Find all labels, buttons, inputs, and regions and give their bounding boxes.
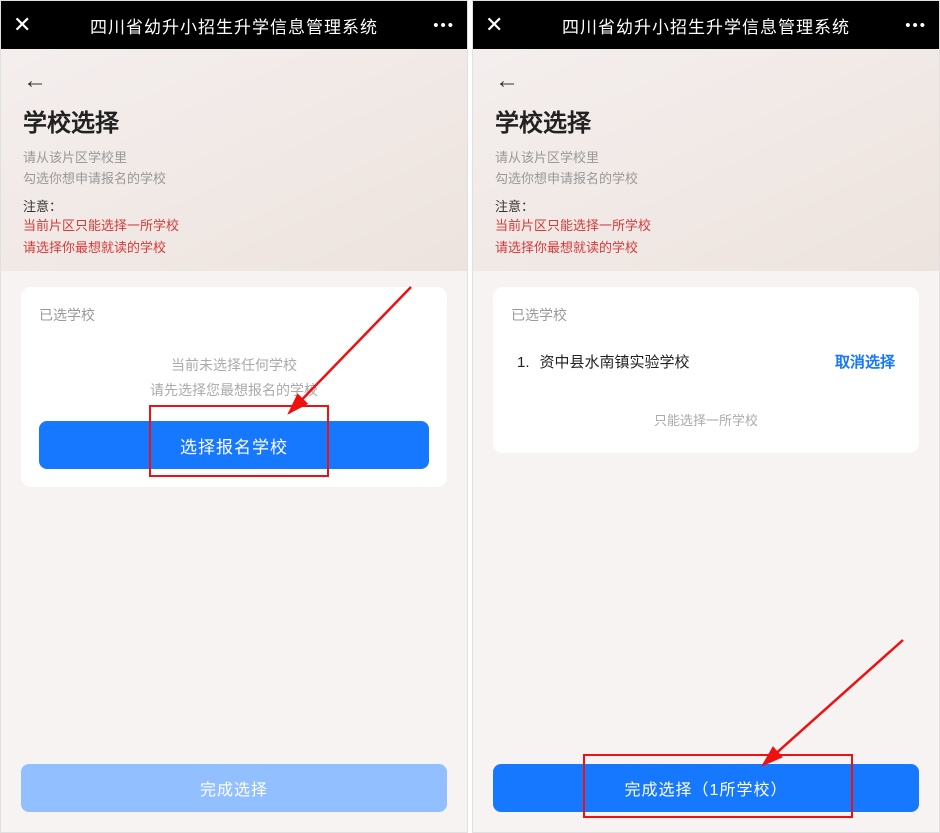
cancel-selection-button[interactable]: 取消选择 (835, 351, 895, 372)
subtitle-line-1: 请从该片区学校里 (23, 148, 445, 169)
card-label: 已选学校 (511, 305, 901, 325)
selected-school-row: 1. 资中县水南镇实验学校 取消选择 (511, 339, 901, 384)
app-header: ✕ 四川省幼升小招生升学信息管理系统 ••• (1, 1, 467, 49)
bottom-bar: 完成选择 (1, 750, 467, 832)
subtitle-line-2: 勾选你想申请报名的学校 (23, 169, 445, 190)
app-header: ✕ 四川省幼升小招生升学信息管理系统 ••• (473, 1, 939, 49)
warning-line-1: 当前片区只能选择一所学校 (495, 215, 917, 237)
subtitle-line-1: 请从该片区学校里 (495, 148, 917, 169)
app-title: 四川省幼升小招生升学信息管理系统 (509, 13, 903, 38)
content-area-left: ← 学校选择 请从该片区学校里 勾选你想申请报名的学校 注意： 当前片区只能选择… (1, 49, 467, 832)
back-arrow-icon[interactable]: ← (495, 67, 519, 95)
select-school-button[interactable]: 选择报名学校 (39, 421, 429, 469)
subtitle-line-2: 勾选你想申请报名的学校 (495, 169, 917, 190)
close-icon[interactable]: ✕ (13, 12, 37, 38)
annotation-arrow-icon (733, 630, 913, 780)
screen-left: ✕ 四川省幼升小招生升学信息管理系统 ••• ← 学校选择 请从该片区学校里 勾… (0, 0, 468, 833)
bottom-bar: 完成选择（1所学校） (473, 750, 939, 832)
page-title: 学校选择 (23, 103, 445, 138)
header-section: ← 学校选择 请从该片区学校里 勾选你想申请报名的学校 注意： 当前片区只能选择… (1, 49, 467, 271)
app-title: 四川省幼升小招生升学信息管理系统 (37, 13, 431, 38)
content-area-right: ← 学校选择 请从该片区学校里 勾选你想申请报名的学校 注意： 当前片区只能选择… (473, 49, 939, 832)
complete-button-disabled[interactable]: 完成选择 (21, 764, 447, 812)
more-icon[interactable]: ••• (431, 17, 455, 34)
complete-button-enabled[interactable]: 完成选择（1所学校） (493, 764, 919, 812)
selected-school-name: 1. 资中县水南镇实验学校 (517, 351, 690, 372)
school-name-text: 资中县水南镇实验学校 (540, 354, 690, 371)
notice-label: 注意： (495, 196, 917, 215)
warning-line-2: 请选择你最想就读的学校 (23, 237, 445, 259)
more-icon[interactable]: ••• (903, 17, 927, 34)
warning-line-1: 当前片区只能选择一所学校 (23, 215, 445, 237)
close-icon[interactable]: ✕ (485, 12, 509, 38)
selected-schools-card: 已选学校 1. 资中县水南镇实验学校 取消选择 只能选择一所学校 (493, 287, 919, 453)
back-arrow-icon[interactable]: ← (23, 67, 47, 95)
card-label: 已选学校 (39, 305, 429, 325)
header-section: ← 学校选择 请从该片区学校里 勾选你想申请报名的学校 注意： 当前片区只能选择… (473, 49, 939, 271)
empty-state: 当前未选择任何学校 请先选择您最想报名的学校 (39, 339, 429, 421)
limit-note: 只能选择一所学校 (511, 392, 901, 435)
warning-line-2: 请选择你最想就读的学校 (495, 237, 917, 259)
school-index: 1. (517, 354, 530, 371)
empty-line-1: 当前未选择任何学校 (39, 353, 429, 378)
page-title: 学校选择 (495, 103, 917, 138)
screen-right: ✕ 四川省幼升小招生升学信息管理系统 ••• ← 学校选择 请从该片区学校里 勾… (472, 0, 940, 833)
empty-line-2: 请先选择您最想报名的学校 (39, 378, 429, 403)
notice-label: 注意： (23, 196, 445, 215)
selected-schools-card: 已选学校 当前未选择任何学校 请先选择您最想报名的学校 选择报名学校 (21, 287, 447, 487)
